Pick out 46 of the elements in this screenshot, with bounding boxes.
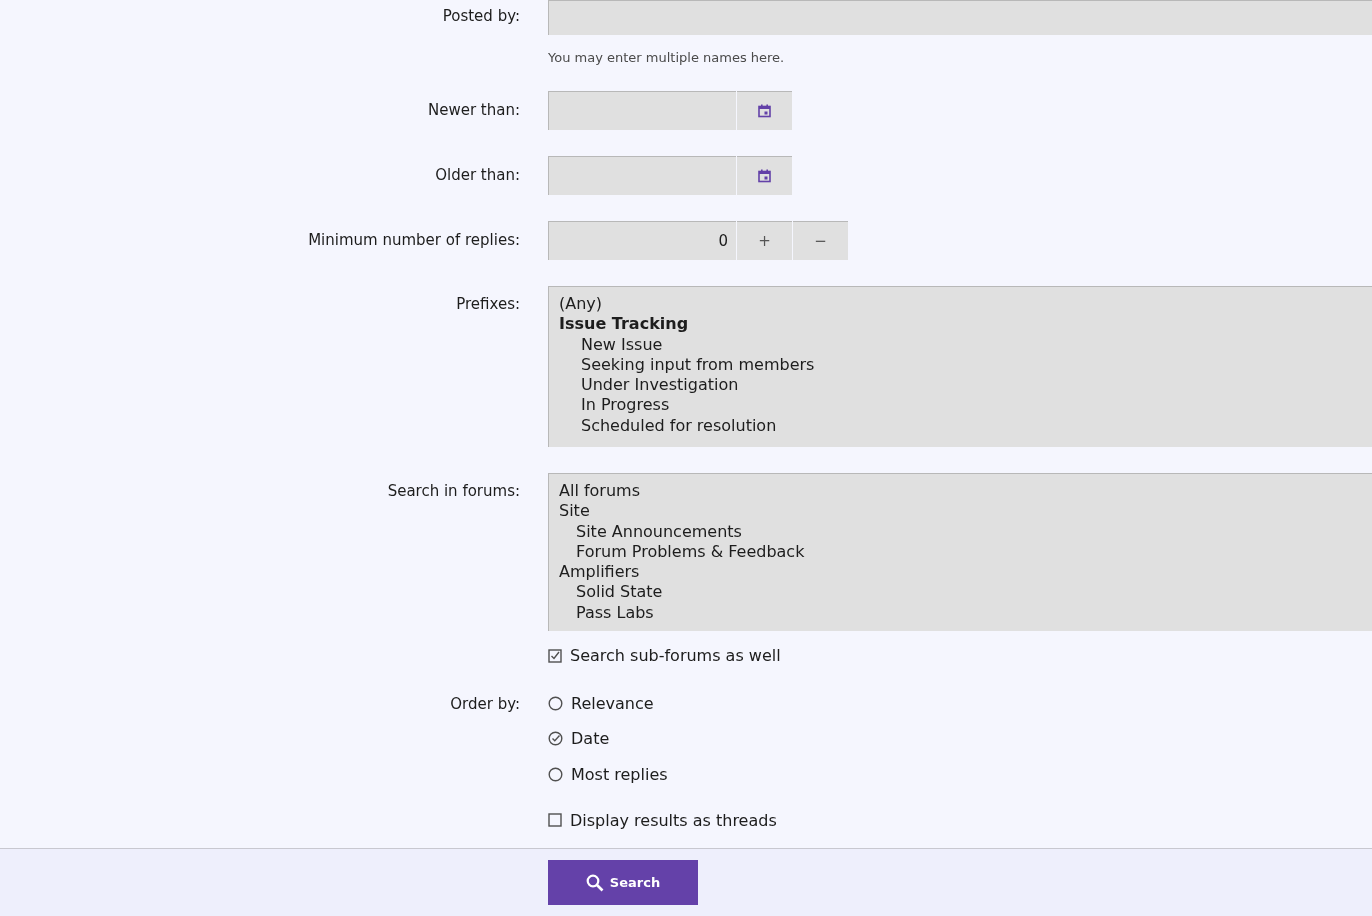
list-option[interactable]: Forum Problems & Feedback — [559, 541, 1362, 563]
calendar-icon — [758, 104, 771, 118]
calendar-button[interactable] — [737, 91, 792, 130]
radio-label: Relevance — [571, 693, 654, 713]
field-label: Search in forums: — [387, 482, 520, 500]
radio-button[interactable] — [548, 695, 563, 711]
forum-list[interactable]: All forums Site Site Announcements Forum Problems & Feedback Amplifiers Solid State Pass Labs — [548, 473, 1372, 631]
date-field[interactable] — [548, 91, 736, 130]
checkbox-label: Search sub-forums as well — [570, 646, 781, 665]
list-option[interactable]: All forums — [559, 481, 1362, 502]
prefix-list[interactable]: (Any) Issue Tracking New Issue Seeking input from members Under Investigation In Progress Scheduled for resolution — [548, 286, 1372, 447]
search-button[interactable]: Search — [548, 860, 698, 905]
increment-button[interactable]: + — [737, 221, 792, 260]
list-option[interactable]: New Issue — [559, 334, 1362, 355]
list-option[interactable]: Site — [559, 501, 1362, 522]
list-option[interactable]: Seeking input from members — [559, 354, 1362, 376]
list-option[interactable]: In Progress — [559, 395, 1362, 416]
field-label: Order by: — [450, 695, 520, 713]
decrement-button[interactable]: − — [793, 221, 848, 260]
field-label: Older than: — [435, 166, 520, 184]
list-option[interactable]: Solid State — [559, 582, 1362, 603]
field-label: Minimum number of replies: — [308, 231, 520, 249]
field-label: Newer than: — [427, 101, 520, 119]
posted-by-field[interactable] — [548, 0, 1372, 35]
field-hint: You may enter multiple names here. — [548, 50, 785, 65]
radio-label: Most replies — [571, 764, 668, 784]
field-label: Posted by: — [442, 7, 520, 25]
checkbox[interactable] — [548, 813, 562, 827]
list-option[interactable]: Issue Tracking — [559, 314, 1362, 335]
number-field[interactable]: 0 — [548, 221, 736, 260]
search-icon — [585, 873, 604, 892]
list-option[interactable]: Scheduled for resolution — [559, 415, 1362, 437]
calendar-button[interactable] — [737, 156, 792, 195]
checkbox-label: Display results as threads — [570, 810, 777, 830]
list-option[interactable]: Pass Labs — [559, 602, 1362, 624]
radio-button[interactable] — [548, 766, 563, 782]
calendar-icon — [758, 169, 771, 183]
field-label: Prefixes: — [456, 295, 520, 313]
checkbox[interactable] — [548, 648, 562, 663]
list-option[interactable]: Amplifiers — [559, 562, 1362, 583]
date-field[interactable] — [548, 156, 736, 195]
list-option[interactable]: Site Announcements — [559, 521, 1362, 542]
list-option[interactable]: Under Investigation — [559, 375, 1362, 396]
list-option[interactable]: (Any) — [559, 294, 1362, 315]
radio-label: Date — [571, 729, 610, 748]
radio-button[interactable] — [548, 731, 563, 746]
